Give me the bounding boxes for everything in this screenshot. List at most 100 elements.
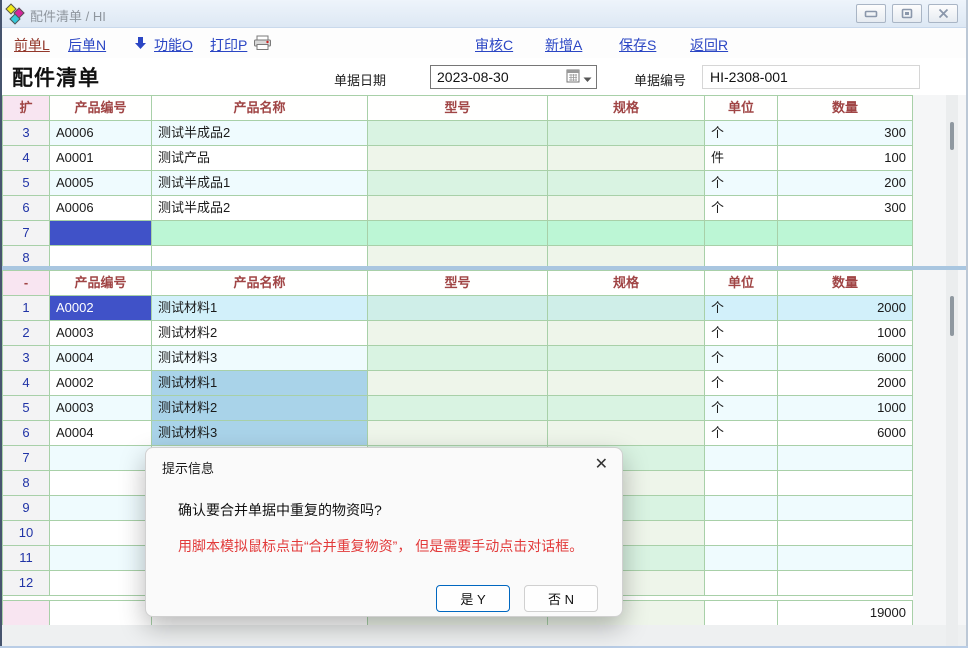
row-number[interactable]: 8 — [3, 471, 50, 496]
cell-model[interactable] — [368, 196, 548, 221]
cell-model[interactable] — [368, 171, 548, 196]
cell-unit[interactable]: 个 — [705, 196, 778, 221]
cell-code[interactable]: A0004 — [50, 421, 152, 446]
cell-code[interactable]: A0004 — [50, 346, 152, 371]
cell-code[interactable]: A0003 — [50, 321, 152, 346]
cell-name[interactable]: 测试产品 — [152, 146, 368, 171]
doc-no-input[interactable]: HI-2308-001 — [702, 65, 920, 89]
row-number[interactable]: 3 — [3, 121, 50, 146]
cell-code[interactable] — [50, 521, 152, 546]
cell-model[interactable] — [368, 121, 548, 146]
row-number[interactable]: 7 — [3, 221, 50, 246]
cell-name[interactable]: 测试材料2 — [152, 396, 368, 421]
column-header-spec[interactable]: 规格 — [548, 271, 705, 296]
row-number[interactable]: 5 — [3, 171, 50, 196]
cell-unit[interactable]: 个 — [705, 321, 778, 346]
row-number[interactable]: 11 — [3, 546, 50, 571]
column-header-qty[interactable]: 数量 — [778, 271, 913, 296]
cell-qty[interactable]: 100 — [778, 146, 913, 171]
cell-spec[interactable] — [548, 171, 705, 196]
cell-qty[interactable]: 6000 — [778, 421, 913, 446]
cell-qty[interactable]: 6000 — [778, 346, 913, 371]
cell-unit[interactable]: 个 — [705, 421, 778, 446]
cell-code[interactable] — [50, 246, 152, 266]
cell-spec[interactable] — [548, 396, 705, 421]
column-header-name[interactable]: 产品名称 — [152, 96, 368, 121]
column-header-num[interactable]: 扩 — [3, 96, 50, 121]
cell-name[interactable]: 测试材料2 — [152, 321, 368, 346]
cell-code[interactable]: A0005 — [50, 171, 152, 196]
column-header-unit[interactable]: 单位 — [705, 271, 778, 296]
cell-qty[interactable] — [778, 546, 913, 571]
cell-name[interactable] — [152, 246, 368, 266]
cell-model[interactable] — [368, 371, 548, 396]
cell-unit[interactable]: 个 — [705, 371, 778, 396]
cell-qty[interactable] — [778, 221, 913, 246]
cell-spec[interactable] — [548, 121, 705, 146]
row-number[interactable]: 12 — [3, 571, 50, 596]
cell-qty[interactable]: 300 — [778, 196, 913, 221]
cell-model[interactable] — [368, 296, 548, 321]
cell-unit[interactable]: 个 — [705, 171, 778, 196]
cell-qty[interactable]: 2000 — [778, 296, 913, 321]
cell-qty[interactable] — [778, 571, 913, 596]
cell-unit[interactable] — [705, 471, 778, 496]
close-button[interactable] — [928, 4, 958, 23]
cell-unit[interactable] — [705, 446, 778, 471]
cell-model[interactable] — [368, 321, 548, 346]
add-button[interactable]: 新增A — [545, 35, 582, 55]
maximize-button[interactable] — [892, 4, 922, 23]
save-button[interactable]: 保存S — [619, 35, 656, 55]
column-header-spec[interactable]: 规格 — [548, 96, 705, 121]
date-dropdown-button[interactable] — [566, 69, 592, 86]
cell-code[interactable]: A0001 — [50, 146, 152, 171]
audit-button[interactable]: 审核C — [475, 35, 513, 55]
cell-unit[interactable] — [705, 521, 778, 546]
cell-code[interactable] — [50, 471, 152, 496]
cell-spec[interactable] — [548, 321, 705, 346]
row-number[interactable]: 3 — [3, 346, 50, 371]
cell-spec[interactable] — [548, 346, 705, 371]
row-number[interactable]: 10 — [3, 521, 50, 546]
cell-name[interactable]: 测试材料3 — [152, 421, 368, 446]
row-number[interactable]: 9 — [3, 496, 50, 521]
column-header-num[interactable]: - — [3, 271, 50, 296]
cell-spec[interactable] — [548, 221, 705, 246]
cell-spec[interactable] — [548, 296, 705, 321]
cell-qty[interactable] — [778, 496, 913, 521]
cell-unit[interactable]: 个 — [705, 296, 778, 321]
cell-qty[interactable] — [778, 471, 913, 496]
cell-spec[interactable] — [548, 196, 705, 221]
cell-spec[interactable] — [548, 421, 705, 446]
cell-model[interactable] — [368, 396, 548, 421]
cell-model[interactable] — [368, 346, 548, 371]
cell-code[interactable] — [50, 221, 152, 246]
row-number[interactable]: 5 — [3, 396, 50, 421]
yes-button[interactable]: 是 Y — [436, 585, 510, 612]
function-menu-button[interactable]: 功能O — [154, 35, 193, 55]
cell-qty[interactable] — [778, 246, 913, 266]
prev-doc-button[interactable]: 前单L — [14, 35, 50, 55]
column-header-name[interactable]: 产品名称 — [152, 271, 368, 296]
cell-spec[interactable] — [548, 246, 705, 266]
cell-spec[interactable] — [548, 146, 705, 171]
cell-qty[interactable] — [778, 446, 913, 471]
cell-unit[interactable] — [705, 246, 778, 266]
no-button[interactable]: 否 N — [524, 585, 598, 612]
cell-code[interactable] — [50, 446, 152, 471]
cell-spec[interactable] — [548, 371, 705, 396]
column-header-model[interactable]: 型号 — [368, 271, 548, 296]
cell-code[interactable]: A0006 — [50, 121, 152, 146]
cell-unit[interactable] — [705, 496, 778, 521]
dialog-close-button[interactable]: ✕ — [595, 456, 608, 474]
cell-name[interactable]: 测试材料1 — [152, 371, 368, 396]
cell-model[interactable] — [368, 246, 548, 266]
cell-unit[interactable] — [705, 571, 778, 596]
cell-name[interactable]: 测试材料1 — [152, 296, 368, 321]
column-header-unit[interactable]: 单位 — [705, 96, 778, 121]
cell-code[interactable] — [50, 571, 152, 596]
parts-table-scrollbar-thumb[interactable] — [950, 122, 954, 150]
cell-name[interactable]: 测试半成品2 — [152, 196, 368, 221]
row-number[interactable]: 6 — [3, 421, 50, 446]
cell-code[interactable]: A0002 — [50, 371, 152, 396]
